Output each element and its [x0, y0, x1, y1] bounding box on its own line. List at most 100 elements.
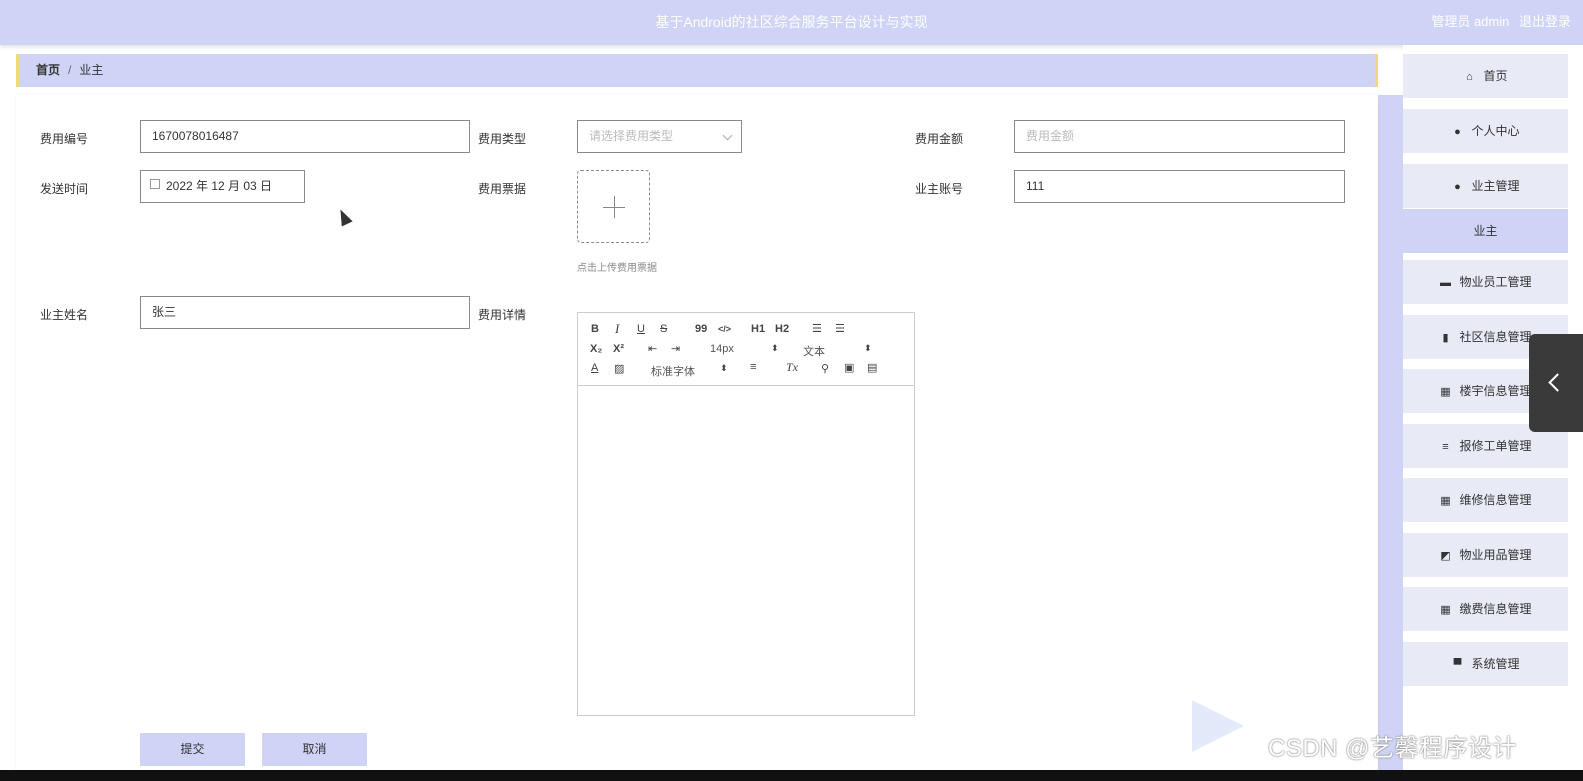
send-time-label: 发送时间 [40, 182, 89, 196]
content-side-strip [1378, 95, 1403, 781]
fee-type-label: 费用类型 [478, 132, 527, 146]
watermark-logo-icon [1192, 700, 1244, 752]
pin-icon: ● [1454, 181, 1461, 193]
user-label: 管理员 admin [1431, 14, 1510, 29]
indent-icon[interactable]: ⇥ [671, 342, 680, 355]
link-icon[interactable]: ⚲ [821, 362, 829, 375]
top-bar: 基于Android的社区综合服务平台设计与实现 管理员 admin 退出登录 [0, 0, 1583, 45]
italic-button[interactable]: I [615, 321, 619, 337]
fee-amount-label: 费用金额 [915, 132, 964, 146]
monitor-icon: ▀ [1453, 659, 1462, 671]
chevron-left-icon [1548, 373, 1567, 392]
sidebar-subitem-owner[interactable]: 业主 [1403, 209, 1568, 253]
chat-icon: ▬ [1439, 277, 1451, 289]
sidebar-item-label: 楼宇信息管理 [1459, 384, 1532, 398]
code-block-button[interactable]: </> [718, 324, 731, 334]
font-picker-arrow-icon: ⬍ [720, 363, 728, 373]
send-time-value: 2022 年 12 月 03 日 [166, 179, 273, 193]
calendar-icon [150, 179, 160, 189]
ordered-list-icon[interactable]: ☰ [812, 322, 822, 335]
strike-button[interactable]: S [660, 323, 667, 335]
fee-no-input[interactable]: 1670078016487 [140, 120, 470, 153]
bar-chart-icon: ▮ [1442, 332, 1449, 344]
owner-account-label: 业主账号 [915, 182, 964, 196]
fee-amount-input[interactable]: 费用金额 [1014, 120, 1345, 153]
font-size-picker[interactable]: 14px [710, 343, 734, 355]
chevron-down-icon [722, 130, 733, 141]
logout-link[interactable]: 退出登录 [1519, 14, 1571, 29]
sidebar-item-profile[interactable]: ● 个人中心 [1403, 109, 1568, 153]
submit-button[interactable]: 提交 [140, 733, 245, 766]
sidebar-item-label: 缴费信息管理 [1459, 602, 1532, 616]
sidebar-item-label: 社区信息管理 [1459, 330, 1532, 344]
font-family-picker[interactable]: 标准字体 [651, 363, 695, 379]
line-chart-icon: ◩ [1440, 550, 1451, 562]
grid-icon: ▦ [1440, 386, 1451, 398]
underline-button[interactable]: U [637, 323, 645, 335]
breadcrumb: 首页 / 业主 [16, 54, 1378, 87]
editor-content-area[interactable] [578, 386, 914, 715]
cancel-button[interactable]: 取消 [262, 733, 367, 766]
bottom-edge [0, 770, 1583, 781]
sidebar-item-label: 业主管理 [1471, 179, 1520, 193]
watermark-text: CSDN @艺馨程序设计 [1268, 735, 1518, 762]
app-title: 基于Android的社区综合服务平台设计与实现 [655, 14, 928, 30]
sidebar-item-label: 业主 [1473, 224, 1498, 238]
grid-icon: ▦ [1440, 495, 1451, 507]
owner-account-input[interactable]: 111 [1014, 170, 1345, 203]
fee-no-label: 费用编号 [40, 132, 89, 146]
image-icon[interactable]: ▣ [844, 361, 854, 374]
outdent-icon[interactable]: ⇤ [648, 342, 657, 355]
upload-tip: 点击上传费用票据 [577, 263, 657, 274]
clean-format-button[interactable]: Tx [786, 360, 798, 375]
sidebar-item-owner-management[interactable]: ● 业主管理 [1403, 164, 1568, 208]
sidebar-item-home[interactable]: ⌂ 首页 [1403, 54, 1568, 98]
send-time-date-input[interactable]: 2022 年 12 月 03 日 [140, 170, 305, 203]
rich-text-editor: B I U S 99 </> H1 H2 ☰ ☰ X₂ X² ⇤ ⇥ 14px … [577, 312, 915, 716]
sidebar-item-staff-management[interactable]: ▬ 物业员工管理 [1403, 260, 1568, 304]
sidebar-collapse-toggle[interactable] [1529, 334, 1583, 432]
fee-detail-label: 费用详情 [478, 308, 527, 322]
grid-icon: ▦ [1440, 604, 1451, 616]
owner-name-input[interactable]: 张三 [140, 296, 470, 329]
sidebar-item-label: 首页 [1483, 69, 1508, 83]
sidebar-item-payment-info[interactable]: ▦ 缴费信息管理 [1403, 587, 1568, 631]
background-color-icon[interactable]: ▨ [614, 362, 624, 375]
user-icon: ● [1454, 126, 1461, 138]
fee-type-placeholder: 请选择费用类型 [589, 129, 674, 143]
list-icon: ≡ [1442, 441, 1449, 453]
bold-button[interactable]: B [591, 323, 599, 335]
home-icon: ⌂ [1466, 71, 1473, 83]
sidebar-item-maintenance-info[interactable]: ▦ 维修信息管理 [1403, 478, 1568, 522]
owner-name-label: 业主姓名 [40, 308, 89, 322]
sidebar-item-system-management[interactable]: ▀ 系统管理 [1403, 642, 1568, 686]
header-user-area: 管理员 admin 退出登录 [1425, 0, 1571, 45]
editor-toolbar: B I U S 99 </> H1 H2 ☰ ☰ X₂ X² ⇤ ⇥ 14px … [578, 313, 914, 386]
superscript-button[interactable]: X² [613, 343, 624, 355]
fee-type-select[interactable]: 请选择费用类型 [577, 120, 742, 153]
breadcrumb-current: 业主 [79, 63, 104, 77]
fee-receipt-label: 费用票据 [478, 182, 527, 196]
sidebar-item-supplies[interactable]: ◩ 物业用品管理 [1403, 533, 1568, 577]
h2-button[interactable]: H2 [775, 323, 789, 335]
sidebar-item-label: 物业用品管理 [1459, 548, 1532, 562]
sidebar-item-label: 物业员工管理 [1459, 275, 1532, 289]
sidebar-item-label: 维修信息管理 [1459, 493, 1532, 507]
text-color-icon[interactable]: A [591, 362, 598, 374]
sidebar-item-label: 系统管理 [1471, 657, 1520, 671]
size-picker-arrow-icon: ⬍ [771, 343, 779, 353]
align-icon[interactable]: ≡ [750, 361, 756, 373]
sidebar-item-label: 报修工单管理 [1459, 439, 1532, 453]
breadcrumb-separator: / [68, 63, 72, 77]
sidebar-item-label: 个人中心 [1471, 124, 1520, 138]
video-icon[interactable]: ▤ [867, 361, 877, 374]
h1-button[interactable]: H1 [751, 323, 765, 335]
bullet-list-icon[interactable]: ☰ [835, 322, 845, 335]
header-picker-arrow-icon: ⬍ [864, 343, 872, 353]
header-picker[interactable]: 文本 [803, 343, 825, 359]
plus-icon-vertical [614, 196, 615, 218]
subscript-button[interactable]: X₂ [590, 343, 602, 355]
receipt-upload-button[interactable] [577, 170, 650, 243]
breadcrumb-home[interactable]: 首页 [36, 63, 60, 77]
blockquote-button[interactable]: 99 [695, 323, 707, 335]
